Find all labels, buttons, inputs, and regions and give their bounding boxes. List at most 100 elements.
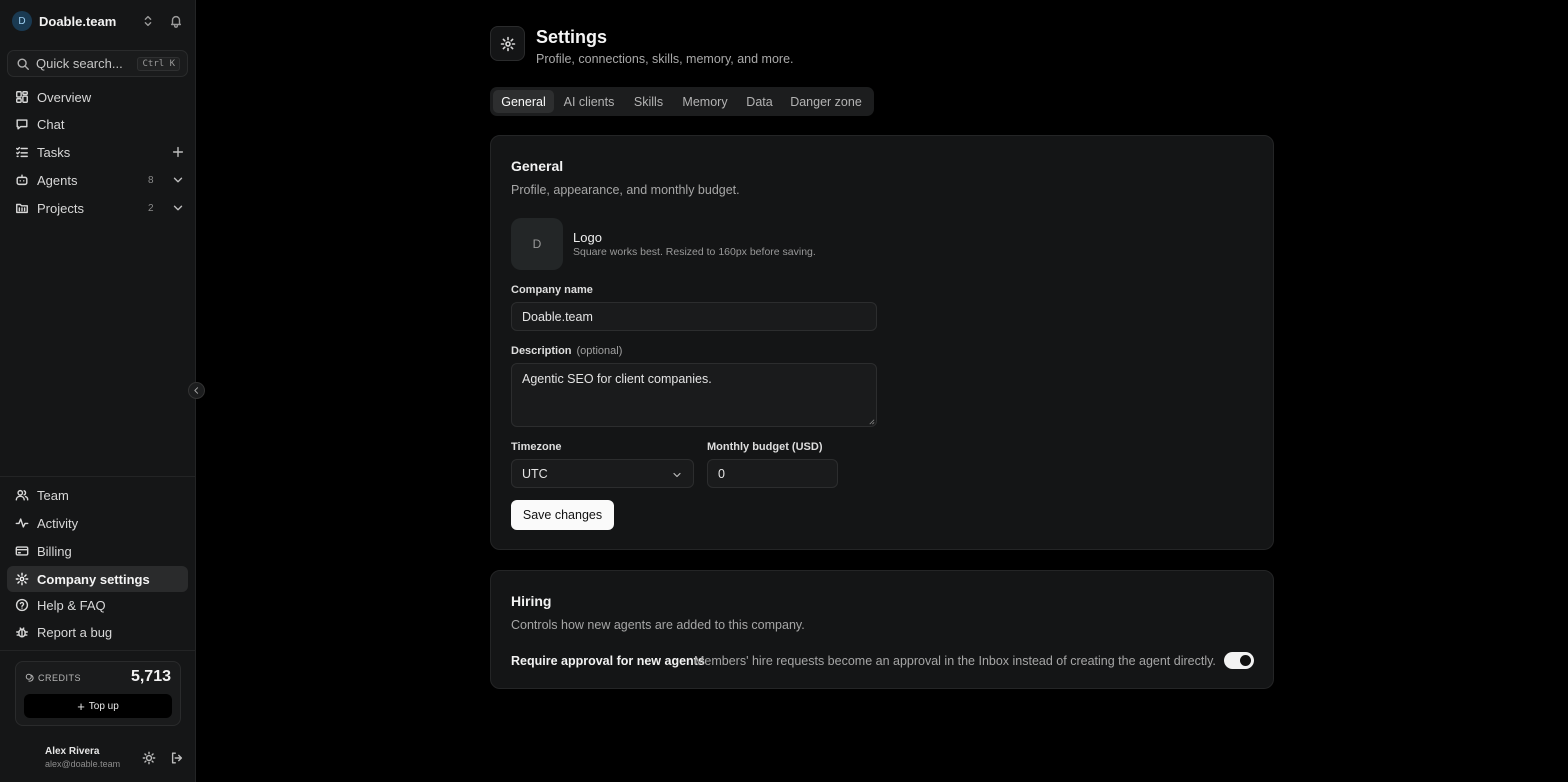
quick-search[interactable]: Quick search... Ctrl K [7, 50, 188, 77]
gear-icon [15, 572, 29, 586]
sidebar-item-label: Projects [37, 200, 84, 216]
projects-count: 2 [148, 202, 154, 214]
plus-icon: + [77, 698, 85, 714]
hiring-description: Controls how new agents are added to thi… [511, 618, 805, 632]
sidebar-item-team[interactable]: Team [7, 482, 188, 508]
logo-label: Logo [573, 230, 602, 245]
workspace-avatar: D [12, 11, 32, 31]
chevron-down-icon[interactable] [171, 201, 185, 215]
sidebar-item-overview[interactable]: Overview [7, 84, 188, 110]
company-name-label: Company name [511, 284, 593, 296]
company-name-input[interactable]: Doable.team [511, 302, 877, 331]
hiring-card: Hiring Controls how new agents are added… [490, 570, 1274, 689]
timezone-select[interactable]: UTC [511, 459, 694, 488]
user-email: alex@doable.team [45, 759, 121, 769]
top-up-label: Top up [88, 700, 119, 712]
general-card: General Profile, appearance, and monthly… [490, 135, 1274, 550]
bell-icon[interactable] [169, 14, 183, 28]
tab-memory[interactable]: Memory [678, 90, 732, 113]
sidebar-item-projects[interactable]: Projects 2 [7, 195, 188, 221]
search-shortcut: Ctrl K [137, 57, 180, 71]
page-subtitle: Profile, connections, skills, memory, an… [536, 52, 794, 66]
logo-hint: Square works best. Resized to 160px befo… [573, 246, 816, 258]
user-profile: Alex Rivera alex@doable.team [0, 740, 196, 776]
approval-description: Members' hire requests become an approva… [694, 654, 1216, 668]
save-changes-button[interactable]: Save changes [511, 500, 614, 530]
workspace-switcher[interactable]: D Doable.team [12, 11, 186, 31]
credits-label-row: CREDITS [25, 673, 81, 683]
sidebar-item-help[interactable]: Help & FAQ [7, 592, 188, 618]
chevron-down-icon[interactable] [171, 173, 185, 187]
tab-skills[interactable]: Skills [627, 90, 670, 113]
sidebar-item-label: Overview [37, 89, 92, 105]
bug-icon [15, 625, 29, 639]
list-check-icon [15, 145, 29, 159]
agents-count: 8 [148, 174, 154, 186]
sidebar-item-label: Report a bug [37, 624, 113, 640]
sidebar-item-label: Company settings [37, 571, 150, 587]
credit-card-icon [15, 544, 29, 558]
sidebar-item-chat[interactable]: Chat [7, 111, 188, 137]
sidebar-item-label: Team [37, 487, 69, 503]
credits-card: CREDITS 5,713 + Top up [15, 661, 181, 726]
sidebar-item-report-bug[interactable]: Report a bug [7, 619, 188, 645]
search-icon [16, 57, 30, 71]
sidebar-collapse-button[interactable] [188, 382, 205, 399]
chat-icon [15, 117, 29, 131]
description-label-text: Description [511, 345, 572, 357]
sidebar-item-label: Help & FAQ [37, 597, 106, 613]
sidebar-item-label: Chat [37, 116, 65, 132]
dashboard-icon [15, 90, 29, 104]
sidebar-item-billing[interactable]: Billing [7, 538, 188, 564]
user-name: Alex Rivera [45, 746, 100, 757]
description-value: Agentic SEO for client companies. [522, 372, 712, 386]
sidebar-divider [0, 476, 196, 477]
general-title: General [511, 158, 564, 174]
credits-label: CREDITS [38, 673, 82, 683]
page-title: Settings [536, 27, 608, 47]
chevron-down-icon [671, 469, 683, 481]
sidebar-item-activity[interactable]: Activity [7, 510, 188, 536]
top-up-button[interactable]: + Top up [24, 694, 172, 718]
logout-icon[interactable] [170, 751, 184, 765]
bot-icon [15, 173, 29, 187]
settings-tabs: General AI clients Skills Memory Data Da… [490, 87, 874, 116]
sidebar-item-tasks[interactable]: Tasks [7, 139, 188, 165]
sidebar-item-company-settings[interactable]: Company settings [7, 566, 188, 592]
sidebar-item-label: Billing [37, 543, 72, 559]
resize-handle-icon[interactable] [868, 418, 875, 425]
hiring-title: Hiring [511, 593, 552, 609]
gear-icon [500, 36, 516, 52]
help-circle-icon [15, 598, 29, 612]
general-description: Profile, appearance, and monthly budget. [511, 183, 740, 197]
sun-icon[interactable] [142, 751, 156, 765]
settings-header-icon [490, 26, 525, 61]
activity-icon [15, 516, 29, 530]
sidebar-divider [0, 650, 196, 651]
budget-label: Monthly budget (USD) [707, 441, 823, 453]
tab-ai-clients[interactable]: AI clients [558, 90, 620, 113]
plus-icon[interactable] [171, 145, 185, 159]
logo-upload[interactable]: D [511, 218, 563, 270]
sidebar-item-label: Agents [37, 172, 78, 188]
sidebar: D Doable.team Quick search... Ctrl K Ove… [0, 0, 196, 782]
chevron-left-icon [192, 386, 201, 395]
folder-icon [15, 201, 29, 215]
toggle-knob [1240, 655, 1251, 666]
workspace-name: Doable.team [39, 13, 117, 29]
timezone-label: Timezone [511, 441, 562, 453]
description-label: Description (optional) [511, 345, 622, 357]
description-textarea[interactable]: Agentic SEO for client companies. [511, 363, 877, 427]
sidebar-item-agents[interactable]: Agents 8 [7, 167, 188, 193]
chevron-up-down-icon[interactable] [141, 14, 155, 28]
budget-input[interactable]: 0 [707, 459, 838, 488]
approval-label: Require approval for new agents [511, 654, 705, 668]
tab-data[interactable]: Data [741, 90, 778, 113]
timezone-value: UTC [522, 466, 548, 481]
approval-toggle[interactable] [1224, 652, 1254, 669]
tab-danger-zone[interactable]: Danger zone [786, 90, 866, 113]
sidebar-item-label: Activity [37, 515, 79, 531]
credits-value: 5,713 [130, 668, 171, 685]
tab-general[interactable]: General [493, 90, 554, 113]
users-icon [15, 488, 29, 502]
